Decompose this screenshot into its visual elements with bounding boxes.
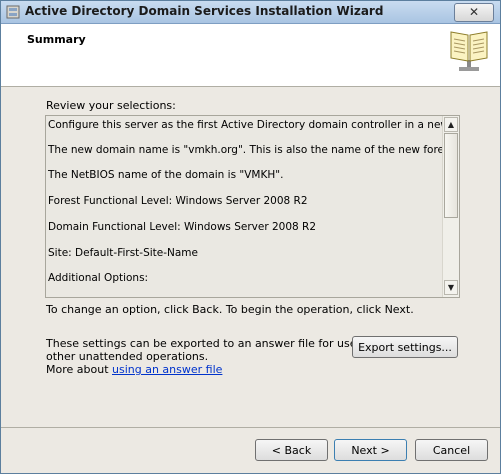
selections-listbox[interactable]: Configure this server as the first Activ… xyxy=(45,115,460,298)
window-title: Active Directory Domain Services Install… xyxy=(25,4,384,18)
app-icon xyxy=(6,5,20,19)
selection-line: Site: Default-First-Site-Name xyxy=(48,247,198,259)
scroll-down-button[interactable]: ▼ xyxy=(444,280,458,295)
more-about-prefix: More about xyxy=(46,363,112,376)
selection-line: Additional Options: xyxy=(48,272,149,284)
next-button[interactable]: Next > xyxy=(334,439,407,461)
close-button[interactable]: ✕ xyxy=(454,3,494,22)
cancel-button[interactable]: Cancel xyxy=(415,439,488,461)
export-text-line1: These settings can be exported to an ans… xyxy=(46,337,384,350)
export-text-line2: other unattended operations. xyxy=(46,350,209,363)
selection-line: The new domain name is "vmkh.org". This … xyxy=(48,144,457,156)
vertical-scrollbar[interactable]: ▲ ▼ xyxy=(442,116,459,297)
selection-line: Domain Functional Level: Windows Server … xyxy=(48,221,317,233)
export-settings-button[interactable]: Export settings... xyxy=(352,336,458,358)
more-about-text: More about using an answer file xyxy=(46,363,222,376)
book-icon xyxy=(450,31,488,71)
selection-line: Configure this server as the first Activ… xyxy=(48,119,460,131)
wizard-header: Summary xyxy=(1,24,500,87)
wizard-window: Active Directory Domain Services Install… xyxy=(0,0,501,474)
answer-file-link[interactable]: using an answer file xyxy=(112,363,222,376)
selection-line: Forest Functional Level: Windows Server … xyxy=(48,195,308,207)
change-hint: To change an option, click Back. To begi… xyxy=(46,303,414,316)
selection-line: The NetBIOS name of the domain is "VMKH"… xyxy=(48,169,284,181)
scroll-up-button[interactable]: ▲ xyxy=(444,117,458,132)
page-title: Summary xyxy=(27,33,86,46)
title-bar: Active Directory Domain Services Install… xyxy=(1,1,500,24)
scroll-thumb[interactable] xyxy=(444,133,458,218)
back-button[interactable]: < Back xyxy=(255,439,328,461)
footer-separator xyxy=(1,427,500,428)
review-label: Review your selections: xyxy=(46,99,176,112)
